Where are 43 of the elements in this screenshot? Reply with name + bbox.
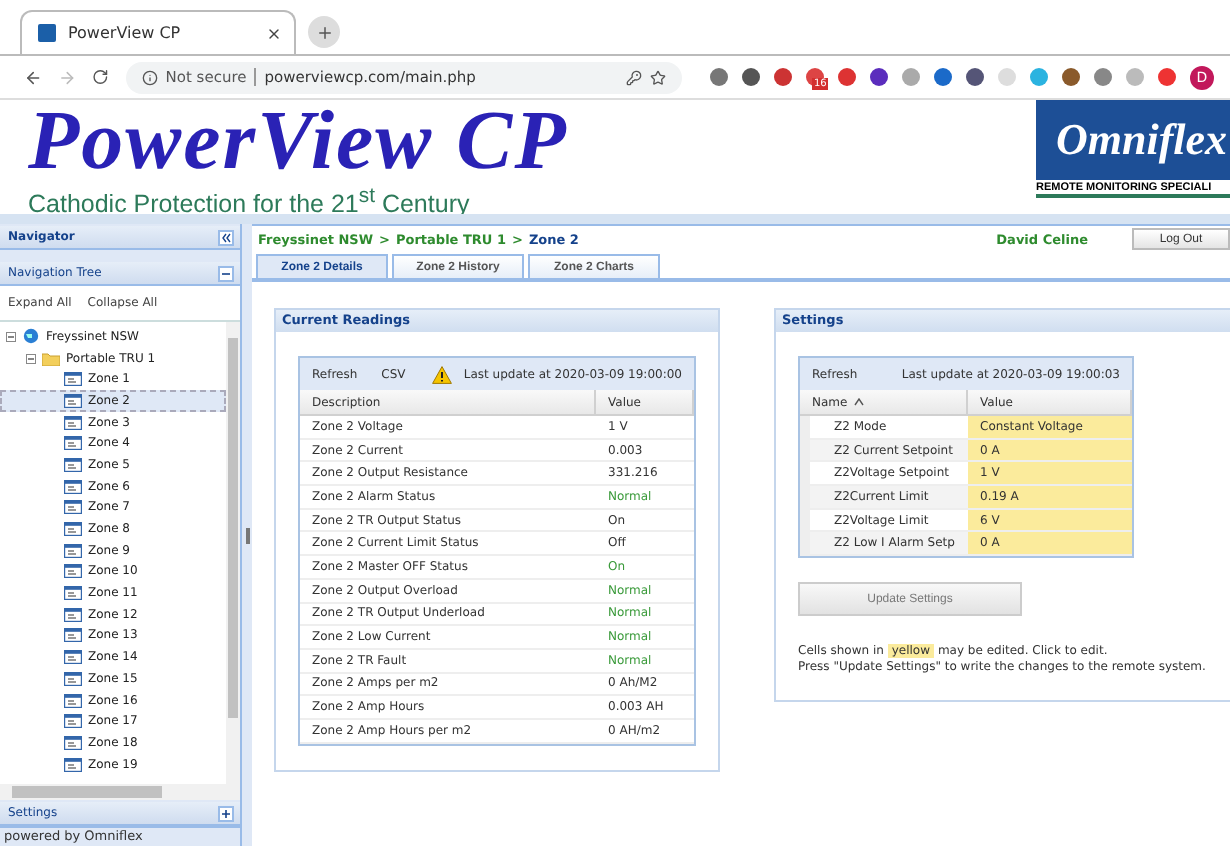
tab-title: PowerView CP — [68, 24, 183, 42]
window-icon — [64, 607, 82, 622]
window-icon — [64, 735, 82, 750]
window-icon — [64, 522, 82, 537]
tagline: Cathodic Protection for the 21$^{st}$ Century — [28, 184, 472, 219]
bookmark-star-icon[interactable] — [650, 69, 666, 85]
key-icon[interactable] — [626, 69, 642, 85]
partner-logo: Omniflex — [1036, 100, 1230, 180]
window-icon — [64, 586, 82, 601]
window-icon — [64, 372, 82, 387]
browser-tab[interactable]: PowerView CP — [20, 10, 296, 54]
window-icon — [64, 543, 82, 558]
warning-icon — [431, 365, 452, 383]
window-icon — [64, 415, 82, 430]
new-tab-button[interactable] — [308, 16, 340, 48]
window-icon — [64, 564, 82, 579]
globe-icon — [22, 328, 40, 345]
back-icon[interactable] — [24, 67, 43, 87]
window-icon — [64, 393, 82, 408]
plus-icon[interactable] — [218, 805, 234, 821]
horizontal-scrollbar[interactable] — [0, 784, 240, 800]
info-icon — [141, 69, 158, 85]
window-icon — [64, 693, 82, 708]
plus-icon — [315, 23, 333, 41]
window-icon — [64, 714, 82, 729]
window-icon — [64, 650, 82, 665]
window-icon — [64, 479, 82, 494]
minus-icon[interactable] — [218, 265, 234, 281]
logo-text: PowerView CP — [28, 100, 568, 184]
window-icon — [64, 671, 82, 686]
reload-icon[interactable] — [92, 68, 110, 86]
window-icon — [64, 628, 82, 643]
window-icon — [64, 436, 82, 451]
splitter-handle[interactable] — [240, 224, 252, 846]
collapse-icon[interactable] — [218, 229, 234, 245]
window-icon — [64, 757, 82, 772]
close-icon[interactable] — [266, 25, 282, 41]
window-icon — [64, 457, 82, 472]
favicon-icon — [38, 24, 56, 42]
sort-ascending-icon — [853, 398, 864, 406]
vertical-scrollbar[interactable] — [226, 322, 240, 784]
window-icon — [64, 500, 82, 515]
folder-icon — [42, 351, 60, 366]
